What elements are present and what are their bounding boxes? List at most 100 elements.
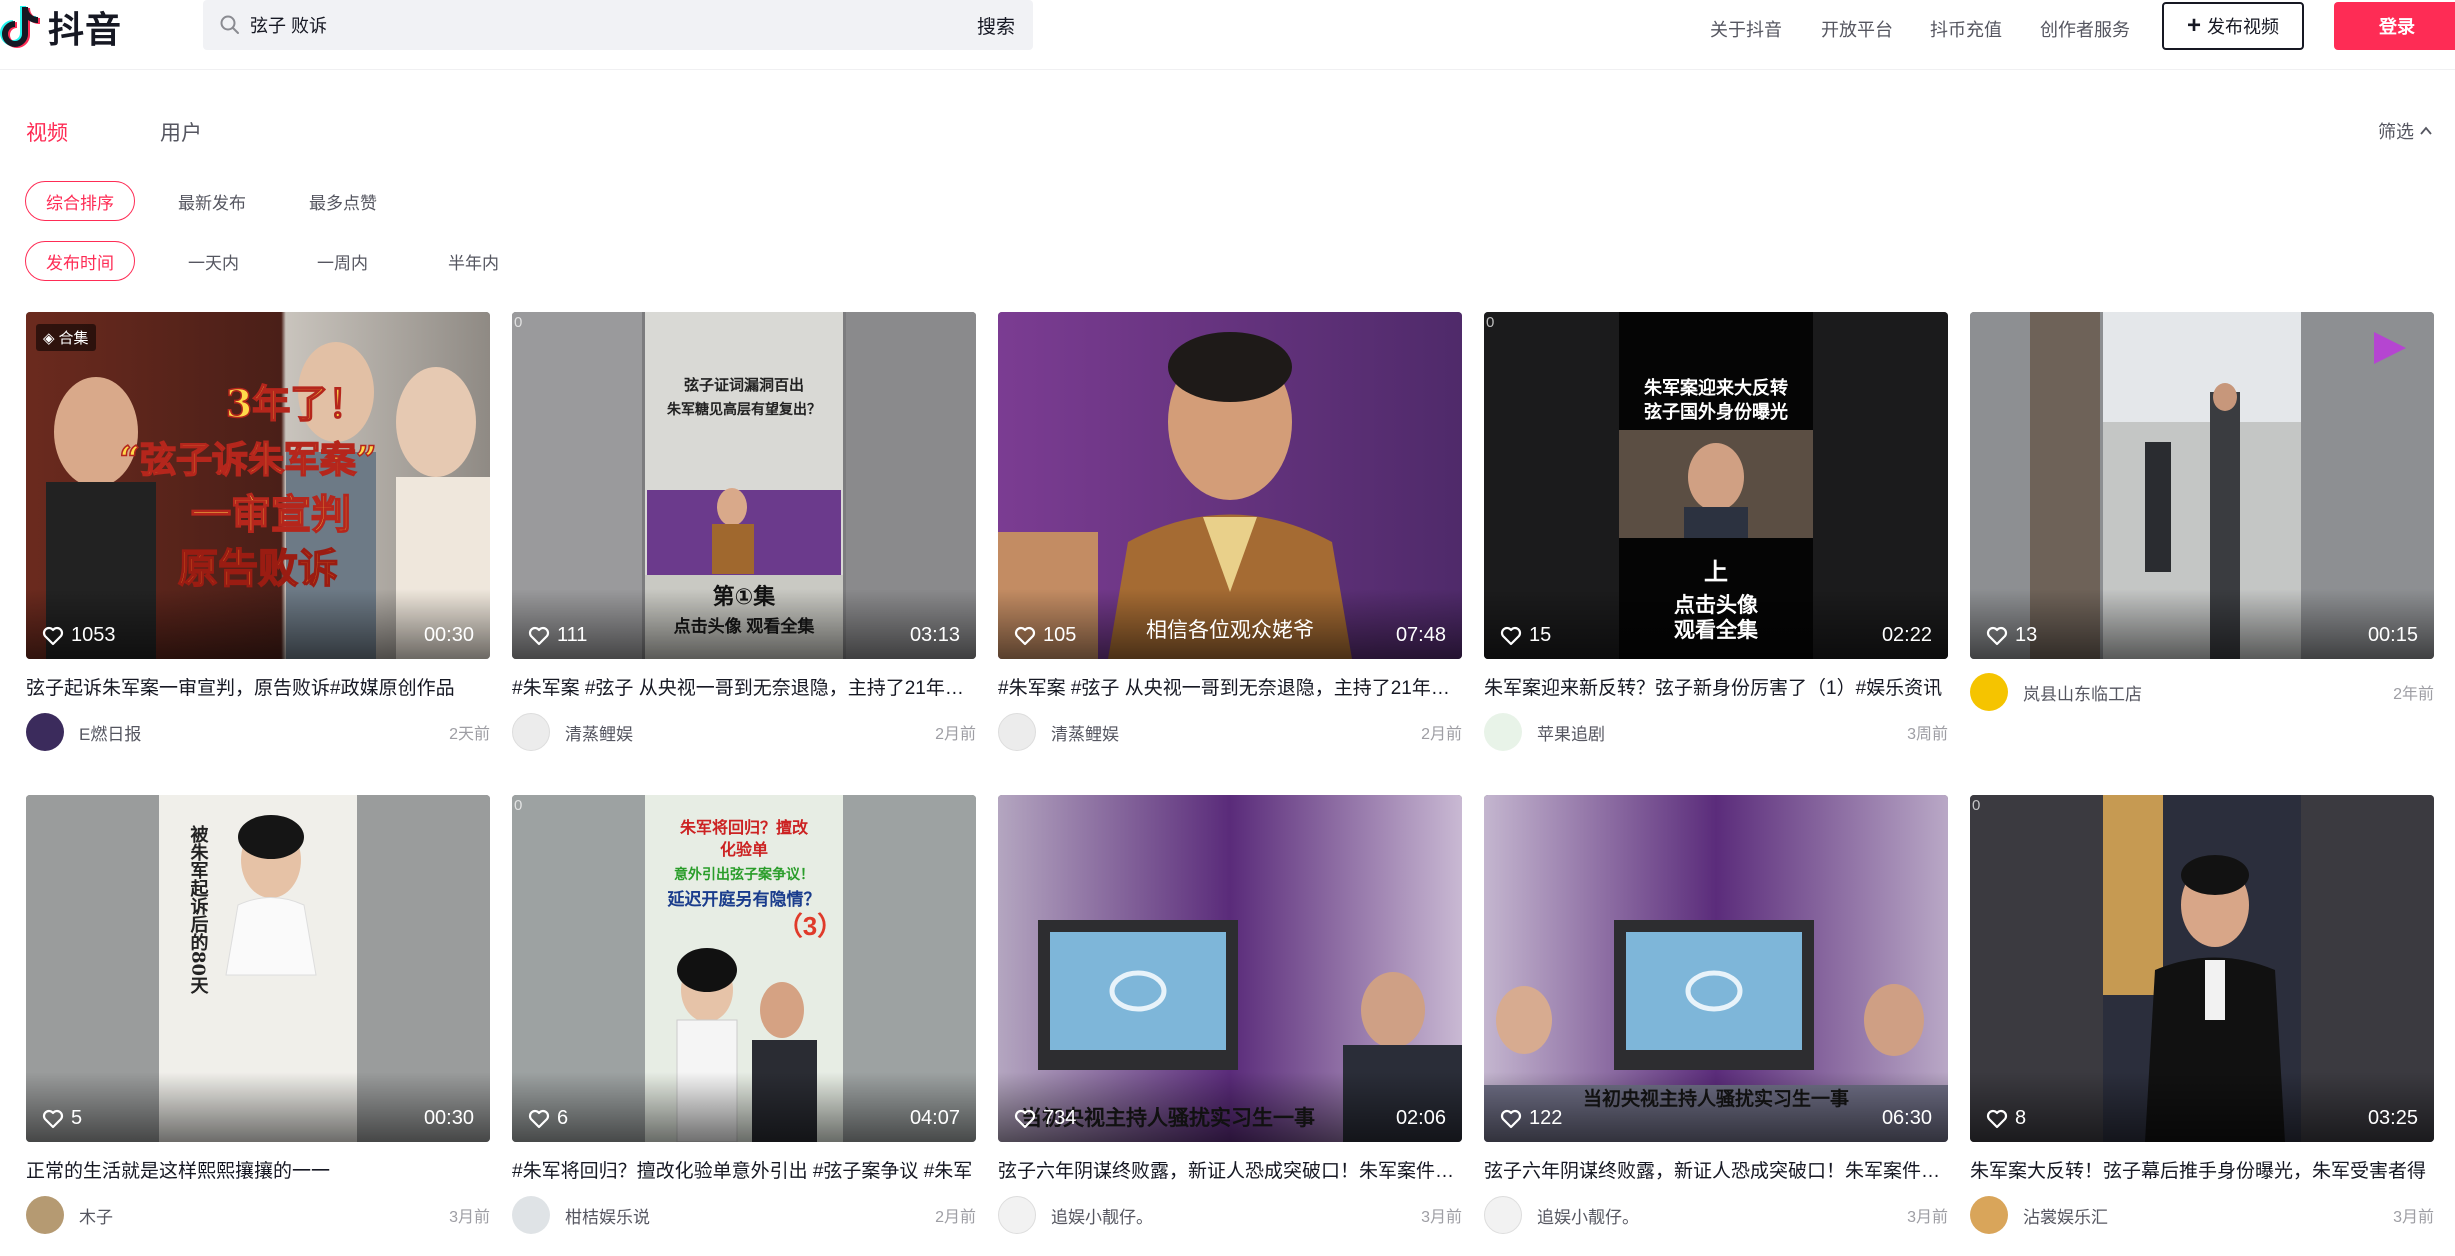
login-button[interactable]: 登录 — [2334, 2, 2455, 50]
video-thumbnail[interactable]: 当初央视主持人骚扰实习生一事 734 02:06 — [998, 795, 1462, 1142]
nav-recharge[interactable]: 抖币充值 — [1930, 16, 2002, 42]
chevron-up-icon — [2420, 126, 2432, 135]
author-name[interactable]: 清蒸鲤娱 — [1051, 720, 1421, 745]
likes-value: 6 — [557, 1107, 569, 1129]
time-filter-label[interactable]: 发布时间 — [25, 241, 135, 281]
avatar[interactable] — [1484, 1196, 1522, 1234]
thumb-subtitle: 相信各位观众姥爷 — [1146, 619, 1314, 642]
sort-latest[interactable]: 最新发布 — [158, 181, 266, 221]
tab-video[interactable]: 视频 — [26, 117, 68, 147]
video-thumbnail[interactable]: 被朱军起诉后的80天 5 00:30 — [26, 795, 490, 1142]
video-duration: 02:22 — [1881, 624, 1932, 646]
like-count: 734 — [1014, 1107, 1076, 1130]
time-one-week[interactable]: 一周内 — [297, 241, 388, 281]
video-thumbnail[interactable]: 0 ？ 8 03:25 — [1970, 795, 2434, 1142]
author-row[interactable]: 追娱小靓仔。 3月前 — [998, 1195, 1462, 1235]
video-caption[interactable]: #朱军案 #弦子 从央视一哥到无奈退隐，主持了21年春晚 — [512, 673, 976, 700]
video-thumbnail[interactable]: ◈ 合集 3年了！ “弦子诉朱军案” 一审宣判 原告败诉 1053 00:30 — [26, 312, 490, 659]
tab-user[interactable]: 用户 — [160, 117, 202, 147]
publish-time: 2月前 — [935, 726, 976, 743]
search-input[interactable] — [250, 5, 930, 45]
video-caption[interactable]: 弦子六年阴谋终败露，新证人恐成突破口！朱军案件反转 — [998, 1156, 1462, 1183]
author-name[interactable]: 追娱小靓仔。 — [1051, 1203, 1421, 1228]
avatar[interactable] — [26, 1196, 64, 1234]
author-row[interactable]: 岚县山东临工店 2年前 — [1970, 672, 2434, 712]
douyin-logo-icon — [0, 6, 40, 48]
thumb-title-art: 3年了！ “弦子诉朱军案” 一审宣判 原告败诉 — [119, 380, 378, 593]
video-card[interactable]: 当初央视主持人骚扰实习生一事 122 06:30 弦子六年阴谋终败露，新证人恐成… — [1484, 795, 1948, 1245]
video-duration: 03:13 — [909, 624, 960, 646]
video-card[interactable]: 0 朱军将回归？擅改 化验单 意外引出弦子案争议！ 延迟开庭另有隐情？ （3） … — [512, 795, 976, 1245]
avatar[interactable] — [1970, 1196, 2008, 1234]
nav-creator-service[interactable]: 创作者服务 — [2040, 16, 2130, 42]
nav-open-platform[interactable]: 开放平台 — [1821, 16, 1893, 42]
author-row[interactable]: 清蒸鲤娱 2月前 — [998, 712, 1462, 752]
like-count: 5 — [42, 1107, 82, 1130]
video-thumbnail[interactable]: 13 00:15 — [1970, 312, 2434, 659]
video-card[interactable]: 0 朱军案迎来大反转 弦子国外身份曝光 上 点击头像 观看全集 15 02:22… — [1484, 312, 1948, 762]
author-name[interactable]: 柑桔娱乐说 — [565, 1203, 935, 1228]
likes-value: 1053 — [71, 624, 116, 646]
video-card[interactable]: 0 弦子证词漏洞百出 朱军糖见高层有望复出？ 第①集 点击头像 观看全集 111… — [512, 312, 976, 762]
video-caption[interactable]: 朱军案迎来新反转？弦子新身份厉害了（1）#娱乐资讯 — [1484, 673, 1948, 700]
video-thumbnail[interactable]: 0 弦子证词漏洞百出 朱军糖见高层有望复出？ 第①集 点击头像 观看全集 111… — [512, 312, 976, 659]
video-thumbnail[interactable]: 当初央视主持人骚扰实习生一事 122 06:30 — [1484, 795, 1948, 1142]
video-card[interactable]: 0 ？ 8 03:25 朱军案大反转！弦子幕后推手身份曝光，朱军受害者得 沾裳娱… — [1970, 795, 2434, 1245]
time-one-day[interactable]: 一天内 — [168, 241, 259, 281]
filter-toggle[interactable]: 筛选 — [2378, 118, 2432, 144]
author-name[interactable]: 沾裳娱乐汇 — [2023, 1203, 2393, 1228]
thumb-subtitle: 当初央视主持人骚扰实习生一事 — [1583, 1087, 1849, 1110]
svg-text:被朱军起诉后的80天: 被朱军起诉后的80天 — [188, 824, 210, 995]
avatar[interactable] — [1970, 673, 2008, 711]
author-name[interactable]: 木子 — [79, 1203, 449, 1228]
author-name[interactable]: 苹果追剧 — [1537, 720, 1907, 745]
video-card[interactable]: 当初央视主持人骚扰实习生一事 734 02:06 弦子六年阴谋终败露，新证人恐成… — [998, 795, 1462, 1245]
avatar[interactable] — [998, 713, 1036, 751]
author-name[interactable]: 岚县山东临工店 — [2023, 680, 2393, 705]
like-count: 1053 — [42, 624, 116, 647]
like-count: 13 — [1986, 624, 2037, 647]
author-name[interactable]: 清蒸鲤娱 — [565, 720, 935, 745]
video-caption[interactable]: 正常的生活就是这样熙熙攘攘的一一 — [26, 1156, 490, 1183]
author-row[interactable]: 柑桔娱乐说 2月前 — [512, 1195, 976, 1235]
svg-text:一审宣判: 一审宣判 — [191, 491, 351, 538]
heart-icon — [1014, 1109, 1036, 1128]
author-row[interactable]: 苹果追剧 3周前 — [1484, 712, 1948, 752]
video-caption[interactable]: 朱军案大反转！弦子幕后推手身份曝光，朱军受害者得 — [1970, 1156, 2434, 1183]
video-thumbnail[interactable]: 相信各位观众姥爷 105 07:48 — [998, 312, 1462, 659]
douyin-logo[interactable]: 抖音 — [0, 4, 122, 50]
author-name[interactable]: E燃日报 — [79, 720, 449, 745]
author-row[interactable]: 沾裳娱乐汇 3月前 — [1970, 1195, 2434, 1235]
video-card[interactable]: 被朱军起诉后的80天 5 00:30 正常的生活就是这样熙熙攘攘的一一 木子 3… — [26, 795, 490, 1245]
sort-comprehensive[interactable]: 综合排序 — [25, 181, 135, 221]
video-thumbnail[interactable]: 0 朱军案迎来大反转 弦子国外身份曝光 上 点击头像 观看全集 15 02:22 — [1484, 312, 1948, 659]
author-row[interactable]: 清蒸鲤娱 2月前 — [512, 712, 976, 752]
video-caption[interactable]: #朱军案 #弦子 从央视一哥到无奈退隐，主持了21年春晚 — [998, 673, 1462, 700]
publish-video-button[interactable]: + 发布视频 — [2162, 2, 2304, 50]
search-button[interactable]: 搜索 — [977, 12, 1015, 39]
video-card[interactable]: 13 00:15 岚县山东临工店 2年前 — [1970, 312, 2434, 762]
avatar[interactable] — [512, 713, 550, 751]
time-half-year[interactable]: 半年内 — [428, 241, 519, 281]
video-caption[interactable]: 弦子起诉朱军案一审宣判，原告败诉#政媒原创作品 — [26, 673, 490, 700]
author-name[interactable]: 追娱小靓仔。 — [1537, 1203, 1907, 1228]
avatar[interactable] — [512, 1196, 550, 1234]
video-thumbnail[interactable]: 0 朱军将回归？擅改 化验单 意外引出弦子案争议！ 延迟开庭另有隐情？ （3） … — [512, 795, 976, 1142]
author-row[interactable]: 木子 3月前 — [26, 1195, 490, 1235]
sort-most-liked[interactable]: 最多点赞 — [289, 181, 397, 221]
avatar[interactable] — [26, 713, 64, 751]
heart-icon — [42, 626, 64, 645]
author-row[interactable]: E燃日报 2天前 — [26, 712, 490, 752]
thumb-gradient — [1970, 589, 2434, 659]
video-duration: 00:30 — [423, 1107, 474, 1129]
video-caption[interactable]: 弦子六年阴谋终败露，新证人恐成突破口！朱军案件反转 — [1484, 1156, 1948, 1183]
video-caption[interactable]: #朱军将回归？擅改化验单意外引出 #弦子案争议 #朱军 — [512, 1156, 976, 1183]
video-duration: 03:25 — [2367, 1107, 2418, 1129]
nav-about[interactable]: 关于抖音 — [1710, 16, 1782, 42]
video-card[interactable]: ◈ 合集 3年了！ “弦子诉朱军案” 一审宣判 原告败诉 1053 00:30 弦… — [26, 312, 490, 762]
video-card[interactable]: 相信各位观众姥爷 105 07:48 #朱军案 #弦子 从央视一哥到无奈退隐，主… — [998, 312, 1462, 762]
avatar[interactable] — [998, 1196, 1036, 1234]
heart-icon — [528, 1109, 550, 1128]
author-row[interactable]: 追娱小靓仔。 3月前 — [1484, 1195, 1948, 1235]
avatar[interactable] — [1484, 713, 1522, 751]
